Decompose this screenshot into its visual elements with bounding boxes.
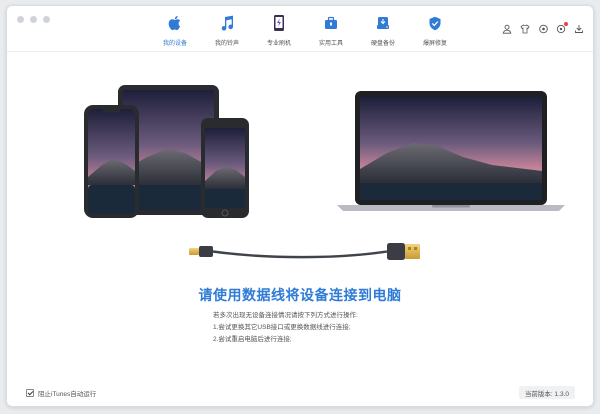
tab-ringtones[interactable]: 我的铃声 bbox=[201, 12, 253, 50]
tab-backup[interactable]: 硬盘备份 bbox=[357, 12, 409, 50]
user-button[interactable] bbox=[501, 23, 513, 35]
phone-flash-icon bbox=[273, 12, 285, 34]
tip-line: 2.尝试重启电脑后进行连接; bbox=[213, 336, 292, 343]
connection-illustration bbox=[84, 85, 565, 260]
tip-line: 若多次出现无设备连接情况请按下列方式进行操作: bbox=[213, 312, 358, 319]
footer-bar: 阻止iTunes自动运行 当前版本: 1.3.0 bbox=[7, 380, 593, 406]
view-button[interactable] bbox=[537, 23, 549, 35]
app-window: 我的设备 我的铃声 专业刷机 实用工具 硬盘备份 爆屏修复 请使用数据线将设备连… bbox=[6, 5, 594, 407]
skin-button[interactable] bbox=[519, 23, 531, 35]
main-content: 请使用数据线将设备连接到电脑 若多次出现无设备连接情况请按下列方式进行操作: 1… bbox=[7, 53, 593, 383]
eye-icon bbox=[538, 24, 548, 34]
tab-label: 我的设备 bbox=[162, 41, 187, 47]
close-window-button[interactable] bbox=[17, 16, 24, 23]
backup-drive-icon bbox=[376, 12, 390, 34]
checkbox-checked[interactable] bbox=[26, 389, 34, 397]
tab-repair[interactable]: 爆屏修复 bbox=[409, 12, 461, 50]
iphone-large-image bbox=[84, 105, 139, 218]
toolbox-icon bbox=[324, 12, 338, 34]
download-button[interactable] bbox=[573, 23, 585, 35]
iphone-small-image bbox=[201, 118, 249, 218]
block-itunes-checkbox[interactable]: 阻止iTunes自动运行 bbox=[26, 388, 96, 398]
minimize-window-button[interactable] bbox=[30, 16, 37, 23]
apple-icon bbox=[168, 12, 182, 34]
user-icon bbox=[502, 24, 512, 34]
version-badge: 当前版本: 1.3.0 bbox=[518, 386, 575, 399]
music-note-icon bbox=[220, 12, 234, 34]
main-nav: 我的设备 我的铃声 专业刷机 实用工具 硬盘备份 爆屏修复 bbox=[149, 12, 461, 50]
shirt-icon bbox=[520, 24, 530, 34]
tab-flash[interactable]: 专业刷机 bbox=[253, 12, 305, 50]
toolbar bbox=[501, 22, 585, 35]
tab-my-device[interactable]: 我的设备 bbox=[149, 12, 201, 50]
tab-label: 我的铃声 bbox=[214, 41, 239, 47]
settings-button[interactable] bbox=[555, 22, 568, 35]
download-icon bbox=[575, 25, 583, 33]
macbook-image bbox=[337, 91, 565, 211]
tab-label: 爆屏修复 bbox=[422, 41, 447, 47]
title-bar: 我的设备 我的铃声 专业刷机 实用工具 硬盘备份 爆屏修复 bbox=[7, 6, 593, 52]
connect-headline: 请使用数据线将设备连接到电脑 bbox=[198, 287, 402, 303]
tab-tools[interactable]: 实用工具 bbox=[305, 12, 357, 50]
tab-label: 专业刷机 bbox=[266, 41, 291, 47]
zoom-window-button[interactable] bbox=[43, 16, 50, 23]
notification-dot bbox=[564, 22, 568, 26]
checkbox-label: 阻止iTunes自动运行 bbox=[38, 391, 97, 398]
shield-check-icon bbox=[428, 12, 442, 34]
tip-line: 1.尝试更换其它USB接口或更换数据线进行连接; bbox=[213, 324, 351, 331]
window-controls bbox=[17, 16, 50, 23]
connection-tips: 若多次出现无设备连接情况请按下列方式进行操作: 1.尝试更换其它USB接口或更换… bbox=[213, 310, 358, 346]
usb-cable-image bbox=[189, 243, 420, 260]
tab-label: 硬盘备份 bbox=[370, 41, 395, 47]
tab-label: 实用工具 bbox=[318, 41, 343, 47]
